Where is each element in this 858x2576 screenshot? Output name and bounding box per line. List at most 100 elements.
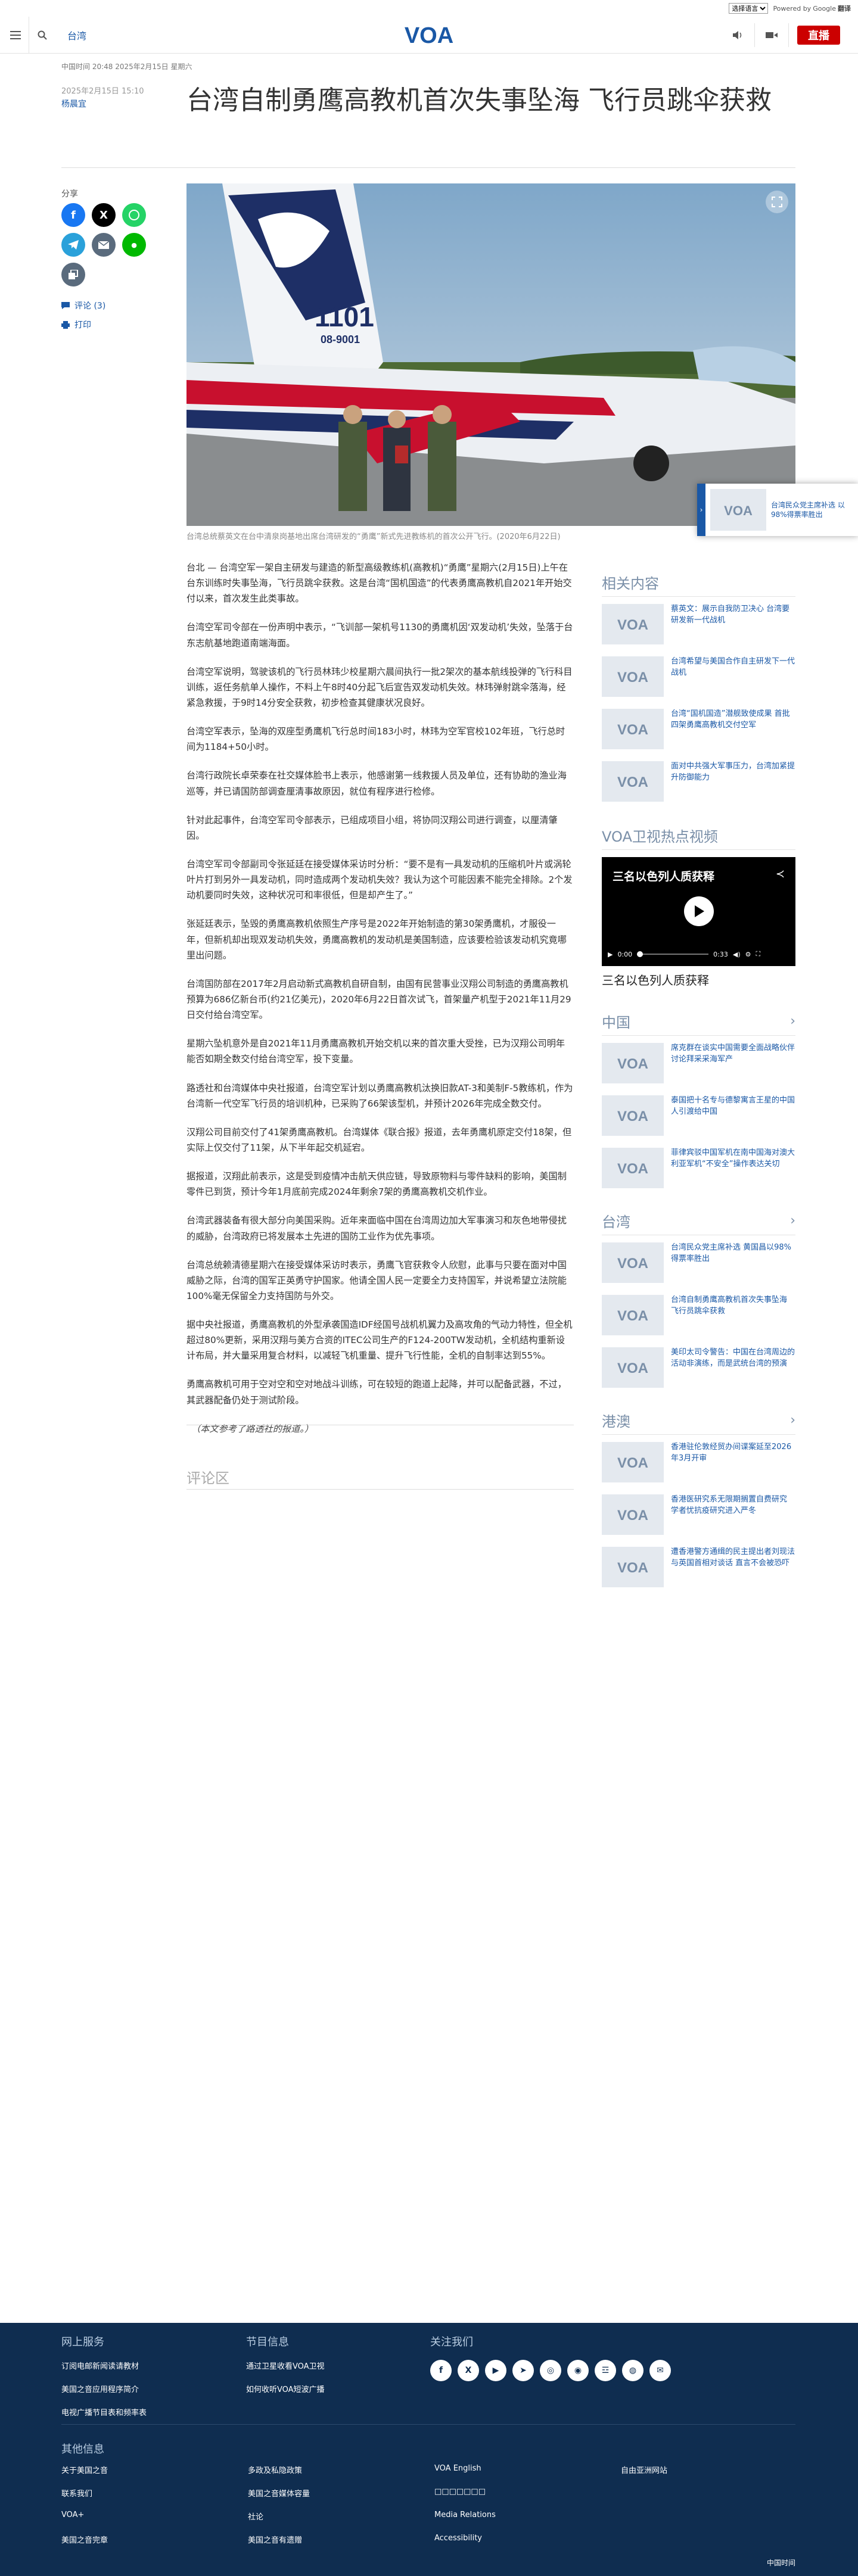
share-icon[interactable]: ≺	[776, 868, 785, 880]
facebook-share-button[interactable]: f	[61, 203, 85, 227]
live-button[interactable]: 直播	[797, 26, 840, 45]
footer-link[interactable]: 美国之音应用程序简介	[61, 2383, 147, 2394]
sidebar-story-item[interactable]: VOA 台湾“国机国造”潜舰致使成果 首批四架勇鹰高教机交付空军	[602, 709, 795, 749]
footer-link[interactable]: 如何收听VOA短波广播	[246, 2383, 325, 2394]
video-caption[interactable]: 三名以色列人质获释	[602, 971, 795, 988]
print-link[interactable]: 打印	[61, 319, 169, 331]
sidebar-story-item[interactable]: VOA 遭香港警方通缉的民主提出者刘现法与英国首相对谈话 直言不会被恐吓	[602, 1547, 795, 1587]
story-title: 蔡英文：展示自我防卫决心 台湾要研发新一代战机	[671, 605, 790, 625]
footer-other-link[interactable]: 美国之音有遗赠	[248, 2534, 434, 2545]
footer-link[interactable]: 通过卫星收看VOA卫视	[246, 2360, 325, 2371]
voa-logo-icon: VOA	[617, 1507, 648, 1523]
language-select[interactable]: 选择语言	[729, 3, 769, 14]
x-share-button[interactable]: X	[92, 203, 116, 227]
footer-other-link[interactable]: 美国之音媒体容量	[248, 2487, 434, 2499]
video-player[interactable]: 三名以色列人质获释 ≺ ▶ 0:00 0:33 ◀) ⚙ ⛶	[602, 857, 795, 966]
footer-other-link[interactable]: 多政及私隐政策	[248, 2464, 434, 2475]
voa-logo-icon: VOA	[617, 669, 648, 685]
sidebar-story-item[interactable]: VOA 台湾自制勇鹰高教机首次失事坠海 飞行员跳伞获救	[602, 1295, 795, 1335]
youtube-icon[interactable]: ▶	[485, 2360, 506, 2381]
progress-slider[interactable]	[637, 951, 709, 957]
article-paragraph: 台湾武器装备有很大部分向美国采购。近年来面临中国在台湾周边加大军事演习和灰色地带…	[186, 1215, 567, 1242]
line-share-button[interactable]: ●	[122, 233, 146, 257]
instagram-icon[interactable]: ◎	[540, 2360, 561, 2381]
sidebar-story-item[interactable]: VOA 菲律宾驳中国军机在南中国海对澳大利亚军机“不安全”操作表达关切	[602, 1148, 795, 1188]
menu-button[interactable]	[2, 22, 29, 48]
svg-text:1101: 1101	[315, 301, 374, 332]
search-button[interactable]	[29, 22, 55, 48]
rss-icon[interactable]: ☲	[595, 2360, 616, 2381]
sidebar-story-item[interactable]: VOA 香港医研究系无限期搁置自费研究 学者忧抗疫研究进入严冬	[602, 1494, 795, 1535]
email-share-button[interactable]	[92, 233, 116, 257]
section-link-taiwan[interactable]: 台湾	[67, 28, 86, 42]
sidebar-story-item[interactable]: VOA 泰国把十名专与德黎寓言王星的中国人引渡给中国	[602, 1095, 795, 1136]
footer-other-link[interactable]: VOA English	[434, 2464, 621, 2475]
footer-other-link[interactable]: 自由亚洲网站	[621, 2464, 795, 2475]
fullscreen-icon[interactable]: ⛶	[756, 950, 761, 958]
svg-text:VOA: VOA	[617, 617, 648, 633]
sidebar-story-item[interactable]: VOA 美印太司令警告：中国在台湾周边的活动非演练，而是武统台湾的预演	[602, 1347, 795, 1388]
audio-button[interactable]	[721, 22, 754, 48]
svg-text:VOA: VOA	[617, 722, 648, 737]
chevron-right-icon[interactable]: ›	[790, 1213, 795, 1228]
section-heading[interactable]: 中国	[602, 1011, 630, 1032]
chevron-right-icon[interactable]: ›	[790, 1413, 795, 1428]
facebook-icon[interactable]: f	[430, 2360, 452, 2381]
svg-text:VOA: VOA	[617, 1161, 648, 1176]
taiwan-section: 台湾 › VOA 台湾民众党主席补选 黄国昌以98%得票率胜出 VOA 台湾自制勇鹰高教…	[602, 1210, 795, 1400]
story-title: 香港驻伦敦经贸办间谍案延至2026年3月开审	[671, 1443, 792, 1463]
footer-link[interactable]: 订阅电邮新闻读请教材	[61, 2360, 147, 2371]
sidebar-story-item[interactable]: VOA 蔡英文：展示自我防卫决心 台湾要研发新一代战机	[602, 604, 795, 644]
video-button[interactable]	[755, 22, 788, 48]
sidebar-story-item[interactable]: VOA 席克群在谈实中国需要全面战略伙伴 讨论拜采采海军产	[602, 1043, 795, 1083]
voa-logo[interactable]: VOA	[398, 23, 460, 48]
sidebar-story-item[interactable]: VOA 香港驻伦敦经贸办间谍案延至2026年3月开审	[602, 1442, 795, 1482]
footer-heading: 其他信息	[61, 2443, 104, 2456]
author-link[interactable]: 杨晨宜	[61, 98, 86, 110]
footer-other-link[interactable]: 关于美国之音	[61, 2464, 248, 2475]
enlarge-button[interactable]	[766, 191, 788, 213]
play-control-icon[interactable]: ▶	[608, 951, 613, 958]
page-title: 台湾自制勇鹰高教机首次失事坠海 飞行员跳伞获救	[186, 85, 772, 116]
article-paragraph: （本文参考了路透社的报道。）	[191, 1423, 314, 1434]
footer-other-link[interactable]: Media Relations	[434, 2510, 621, 2522]
footer-other-link[interactable]: VOA+	[61, 2510, 248, 2522]
voa-logo-icon: VOA	[617, 1056, 648, 1071]
section-heading[interactable]: 港澳	[602, 1410, 630, 1431]
copy-link-button[interactable]	[61, 263, 85, 286]
telegram-icon[interactable]: ➤	[512, 2360, 534, 2381]
section-heading[interactable]: 台湾	[602, 1210, 630, 1231]
telegram-icon	[68, 240, 79, 250]
footer-other-link[interactable]: Accessibility	[434, 2534, 621, 2545]
hero-image: 1101 08-9001	[186, 183, 795, 526]
voa-logo-icon: VOA	[617, 1360, 648, 1376]
article-paragraph: 台湾空军司令部在一份声明中表示，“飞训部一架机号1130的勇鹰机因‘双发动机’失…	[186, 622, 573, 649]
footer-other-link[interactable]: 社论	[248, 2510, 434, 2522]
sidebar-story-item[interactable]: VOA 面对中共强大军事压力，台湾加紧提升防御能力	[602, 761, 795, 802]
telegram-share-button[interactable]	[61, 233, 85, 257]
sticky-related-card[interactable]: › VOA 台湾民众党主席补选 以98%得票率胜出	[697, 484, 858, 536]
footer-link[interactable]: 电视广播节目表和频率表	[61, 2406, 147, 2418]
footer-follow-us: 关注我们 f X ▶ ➤ ◎ ◉ ☲ ◍ ✉	[430, 2334, 671, 2381]
search-icon	[38, 30, 47, 40]
podcast2-icon[interactable]: ◍	[622, 2360, 644, 2381]
google-translate-brand: Powered by Google 翻译	[773, 4, 851, 13]
footer-other-link[interactable]: □□□□□□□	[434, 2487, 621, 2499]
settings-icon[interactable]: ⚙	[745, 951, 751, 958]
volume-icon[interactable]: ◀)	[733, 951, 741, 958]
collapse-arrow-icon[interactable]: ›	[697, 484, 705, 536]
sidebar-story-item[interactable]: VOA 台湾希望与美国合作自主研发下一代战机	[602, 656, 795, 697]
voa-logo-icon: VOA	[617, 1256, 648, 1271]
svg-text:VOA: VOA	[617, 1108, 648, 1124]
footer-other-link[interactable]: 联系我们	[61, 2487, 248, 2499]
email-icon[interactable]: ✉	[649, 2360, 671, 2381]
podcast-icon[interactable]: ◉	[567, 2360, 589, 2381]
whatsapp-share-button[interactable]	[122, 203, 146, 227]
footer-other-link[interactable]: 美国之音完章	[61, 2534, 248, 2545]
comments-link[interactable]: 评论 (3)	[61, 300, 169, 312]
chevron-right-icon[interactable]: ›	[790, 1014, 795, 1029]
x-icon[interactable]: X	[458, 2360, 479, 2381]
article-paragraph: 据报道，汉翔此前表示，这是受到疫情冲击航天供应链，导致原物料与零件缺料的影响，美…	[186, 1171, 567, 1198]
play-button[interactable]	[684, 896, 714, 926]
sidebar-story-item[interactable]: VOA 台湾民众党主席补选 黄国昌以98%得票率胜出	[602, 1242, 795, 1283]
